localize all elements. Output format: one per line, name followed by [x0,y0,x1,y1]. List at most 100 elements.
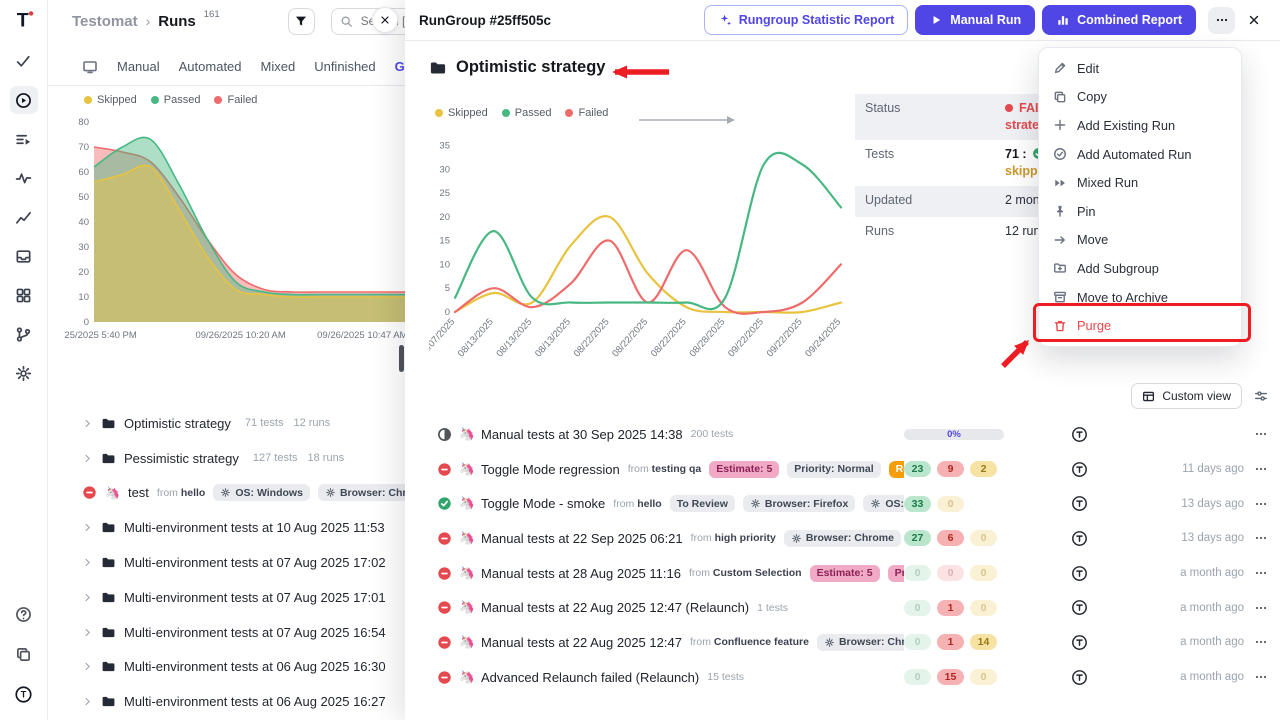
tab-manual[interactable]: Manual [117,59,160,74]
menu-item-add-automated-run[interactable]: Add Automated Run [1039,140,1241,169]
menu-item-label: Pin [1077,204,1096,219]
row-menu-button[interactable] [1244,566,1268,580]
legend-item-skipped[interactable]: Skipped [84,94,137,106]
drawer-edge-close-button[interactable] [372,7,398,33]
sidebar-item-reports[interactable] [10,203,38,231]
legend-item-skipped[interactable]: Skipped [435,107,488,119]
tab-groups[interactable]: Groups [395,59,405,74]
menu-item-add-existing-run[interactable]: Add Existing Run [1039,111,1241,140]
run-title: Manual tests at 22 Sep 2025 06:21 [481,531,683,546]
gear-icon [325,487,336,498]
arrow-right-icon [1053,233,1067,247]
failed-status-icon [437,566,452,581]
table-row[interactable]: 🦄Manual tests at 28 Aug 2025 11:16from C… [405,556,1280,591]
row-menu-button[interactable] [1244,427,1268,441]
legend-dot [435,109,443,117]
run-group-row[interactable]: Multi-environment tests at 07 Aug 2025 1… [48,580,405,615]
table-row[interactable]: 🦄Manual tests at 30 Sep 2025 14:38200 te… [405,417,1280,452]
tab-automated[interactable]: Automated [179,59,242,74]
legend-item-passed[interactable]: Passed [502,107,552,119]
row-menu-button[interactable] [1244,601,1268,615]
gear-icon [870,498,881,509]
rungroup-statistic-report-button[interactable]: Rungroup Statistic Report [704,5,909,35]
run-main: Advanced Relaunch failed (Relaunch)15 te… [481,670,904,685]
sidebar-item-imports[interactable] [10,242,38,270]
run-title: Manual tests at 28 Aug 2025 11:16 [481,566,681,581]
run-group-row[interactable]: Pessimistic strategy127 tests18 runs [48,441,405,476]
manual-run-button[interactable]: Manual Run [915,5,1035,35]
runs-board-icon[interactable] [82,59,98,75]
chevron-right-icon [82,592,93,603]
run-row[interactable]: 🦄testfrom helloOS: WindowsBrowser: Chrom… [48,476,405,511]
action-buttons-slot: Rungroup Statistic ReportManual RunCombi… [704,5,1196,35]
sliders-icon[interactable] [1254,389,1268,403]
table-toolbar: Custom view [1131,383,1268,409]
run-main: Toggle Mode - smokefrom helloTo ReviewBr… [481,495,904,512]
run-group-row[interactable]: Multi-environment tests at 06 Aug 2025 1… [48,650,405,685]
menu-item-move-to-archive[interactable]: Move to Archive [1039,283,1241,312]
sidebar-item-settings[interactable] [10,359,38,387]
menu-item-purge[interactable]: Purge [1039,311,1241,340]
svg-text:09/24/2025: 09/24/2025 [803,317,843,360]
sidebar-item-tests[interactable] [10,47,38,75]
table-row[interactable]: 🦄Manual tests at 22 Aug 2025 12:47from C… [405,625,1280,660]
table-row[interactable]: 🦄Toggle Mode regressionfrom testing qaEs… [405,452,1280,487]
menu-item-move[interactable]: Move [1039,226,1241,255]
filter-button[interactable] [288,8,315,35]
menu-item-copy[interactable]: Copy [1039,83,1241,112]
row-menu-button[interactable] [1244,670,1268,684]
row-menu-button[interactable] [1244,497,1268,511]
custom-view-button[interactable]: Custom view [1131,383,1242,409]
sidebar-item-dashboards[interactable] [10,281,38,309]
fail-count-badge: 9 [937,461,964,477]
docs-icon [15,646,32,663]
run-group-row[interactable]: Multi-environment tests at 07 Aug 2025 1… [48,615,405,650]
menu-item-pin[interactable]: Pin [1039,197,1241,226]
sidebar-item-account[interactable]: T [10,680,38,708]
tag-badge: Estimate: 5 [810,565,880,582]
trash-icon [1053,319,1067,333]
menu-item-mixed-run[interactable]: Mixed Run [1039,168,1241,197]
run-group-name: Optimistic strategy [124,416,231,431]
run-group-row[interactable]: Multi-environment tests at 06 Aug 2025 1… [48,684,405,719]
drawer-close-button[interactable] [1242,8,1266,32]
sidebar-item-help[interactable] [10,600,38,628]
row-menu-button[interactable] [1244,635,1268,649]
public-report-icon [1071,495,1088,512]
more-actions-button[interactable] [1208,7,1235,34]
legend-item-failed[interactable]: Failed [214,94,257,106]
table-row[interactable]: 🦄Manual tests at 22 Aug 2025 12:47 (Rela… [405,590,1280,625]
legend-item-passed[interactable]: Passed [151,94,201,106]
run-source: from Custom Selection [689,567,802,579]
menu-item-edit[interactable]: Edit [1039,54,1241,83]
sidebar-item-plans[interactable] [10,125,38,153]
run-group-row[interactable]: Optimistic strategy71 tests12 runs [48,406,405,441]
sidebar-item-analytics[interactable] [10,164,38,192]
combined-report-button[interactable]: Combined Report [1042,5,1196,35]
search-icon [340,15,353,28]
breadcrumb-app[interactable]: Testomat [72,13,138,30]
row-menu-button[interactable] [1244,462,1268,476]
testomat-logo-icon[interactable]: T [13,9,35,31]
run-group-name: Multi-environment tests at 10 Aug 2025 1… [124,520,385,535]
table-row[interactable]: 🦄Manual tests at 22 Sep 2025 06:21from h… [405,521,1280,556]
legend-item-failed[interactable]: Failed [565,107,608,119]
skip-count-badge: 2 [970,461,997,477]
sidebar-item-branches[interactable] [10,320,38,348]
tab-unfinished[interactable]: Unfinished [314,59,375,74]
menu-item-add-subgroup[interactable]: Add Subgroup [1039,254,1241,283]
tag-badge-label: Estimate: 5 [817,567,873,579]
run-group-row[interactable]: Multi-environment tests at 07 Aug 2025 1… [48,545,405,580]
tab-mixed[interactable]: Mixed [261,59,296,74]
run-emoji: 🦄 [459,427,479,442]
scrollbar-thumb[interactable] [399,345,404,372]
svg-text:70: 70 [78,142,89,153]
legend-dot [214,96,222,104]
overview-chart-legend: Skipped Passed Failed [84,94,257,106]
run-group-row[interactable]: Multi-environment tests at 10 Aug 2025 1… [48,510,405,545]
sidebar-item-runs[interactable] [10,86,38,114]
sidebar-item-docs[interactable] [10,640,38,668]
row-menu-button[interactable] [1244,531,1268,545]
table-row[interactable]: 🦄Advanced Relaunch failed (Relaunch)15 t… [405,660,1280,695]
table-row[interactable]: 🦄Toggle Mode - smokefrom helloTo ReviewB… [405,486,1280,521]
